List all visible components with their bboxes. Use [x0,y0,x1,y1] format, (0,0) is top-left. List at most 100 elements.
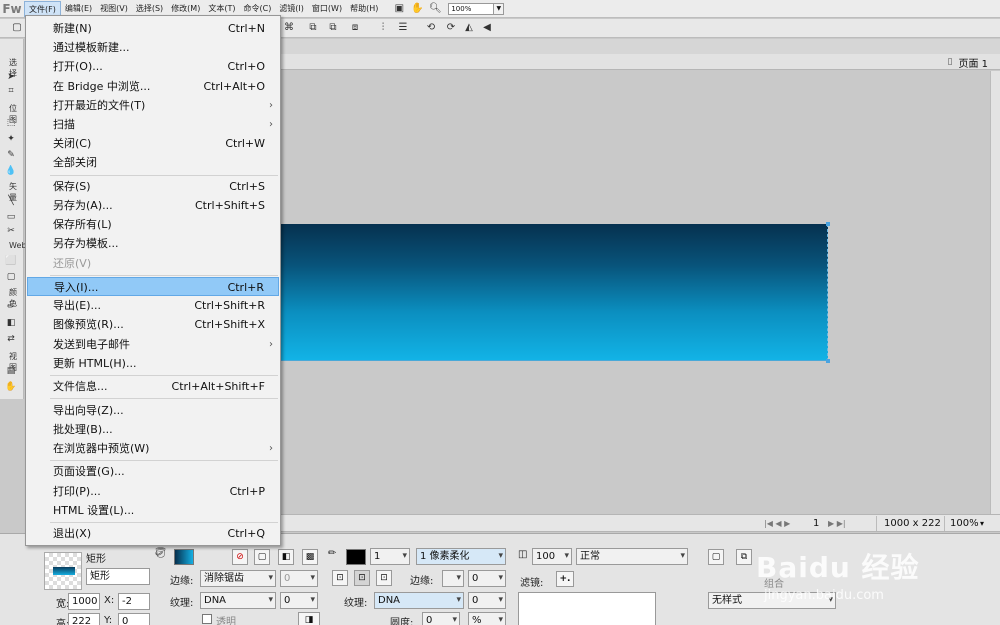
pointer-icon[interactable]: ➤ [5,71,17,83]
page-nav-icons[interactable]: |◀ ◀ ▶ [764,517,790,531]
stroke-edge-amount[interactable]: 0 [468,570,506,587]
stroke-inside-button[interactable]: ⊡ [332,570,348,586]
align-menu-icon[interactable]: ☰ [396,21,410,35]
zoom-icon[interactable]: 🔍︎ [426,2,444,16]
file-menu-item[interactable]: 通过模板新建... [27,38,279,57]
style-new-button[interactable]: ▢ [708,549,724,565]
x-field[interactable]: -2 [118,593,150,610]
file-menu-item[interactable]: 页面设置(G)... [27,462,279,481]
status-zoom[interactable]: 100% [950,517,979,531]
blur-icon[interactable]: 💧 [5,165,17,177]
crop-icon[interactable]: ⌗ [5,85,17,97]
style-select[interactable]: 无样式 [708,592,836,609]
edit-gradient-button[interactable]: ◨ [298,612,320,625]
stroke-color-swatch[interactable] [346,549,366,565]
stroke-outside-button[interactable]: ⊡ [376,570,392,586]
new-document-icon[interactable]: ▢ [10,21,24,35]
file-menu-item[interactable]: 更新 HTML(H)... [27,354,279,373]
width-field[interactable]: 1000 [68,593,100,610]
brush-icon[interactable]: ✎ [5,149,17,161]
gradient-rectangle[interactable] [280,224,828,361]
fill-bucket-icon[interactable]: 🪣︎ [154,548,167,559]
file-menu-item[interactable]: 在 Bridge 中浏览... Ctrl+Alt+O [27,77,279,96]
flip-horizontal-icon[interactable]: ◭ [462,21,476,35]
height-field[interactable]: 222 [68,613,100,625]
selection-handle[interactable] [826,222,830,226]
file-menu-item[interactable]: 另存为(A)... Ctrl+Shift+S [27,196,279,215]
opacity-field[interactable]: 100 [532,548,572,565]
selection-handle[interactable] [826,359,830,363]
flip-vertical-icon[interactable]: ◀ [480,21,494,35]
hand-icon[interactable]: ✋ [408,2,426,16]
file-menu-item[interactable]: 保存所有(L) [27,215,279,234]
stroke-texture-select[interactable]: DNA [374,592,464,609]
fill-color-icon[interactable]: ◧ [5,317,17,329]
y-field[interactable]: 0 [118,613,150,625]
layout-icon[interactable]: ▣ [390,2,408,16]
file-menu-item[interactable]: 在浏览器中预览(W) › [27,439,279,458]
file-menu-item[interactable]: 打开(O)... Ctrl+O [27,57,279,76]
edge-amount[interactable]: 0 [280,570,318,587]
edge-select[interactable]: 消除锯齿 [200,570,276,587]
stroke-type-select[interactable]: 1 像素柔化 [416,548,506,565]
file-menu-item[interactable]: 打印(P)... Ctrl+P [27,482,279,501]
hand-tool-icon[interactable]: ✋ [5,381,17,393]
swap-colors-icon[interactable]: ⇄ [5,333,17,345]
slice-icon[interactable]: ▢ [5,271,17,283]
ungroup-icon[interactable]: ⧉ [306,21,320,35]
menu-window[interactable]: 窗口(W) [308,1,346,17]
add-filter-button[interactable]: +. [556,571,574,587]
rotate-icon[interactable]: ⟲ [424,21,438,35]
fill-color-swatch[interactable] [174,549,194,565]
file-menu-item[interactable]: HTML 设置(L)... [27,501,279,520]
split-icon[interactable]: ⧈ [348,21,362,35]
line-icon[interactable]: ╲ [5,195,17,207]
stroke-color-icon[interactable]: ✏ [5,301,17,313]
vertical-scrollbar[interactable] [990,71,1000,514]
chevron-down-icon[interactable]: ▾ [980,517,984,531]
texture-select[interactable]: DNA [200,592,276,609]
hotspot-icon[interactable]: ⬜ [5,255,17,267]
fill-none-button[interactable]: ⊘ [232,549,248,565]
document-dimensions[interactable]: 1000 x 222 [884,517,941,531]
page-nav-next-icon[interactable]: ▶ ▶| [828,517,846,531]
roundness-unit[interactable]: % [468,612,506,625]
file-menu-item[interactable]: 导出(E)... Ctrl+Shift+R [27,296,279,315]
file-menu-item[interactable]: 文件信息... Ctrl+Alt+Shift+F [27,377,279,396]
blend-mode-select[interactable]: 正常 [576,548,688,565]
file-menu-item[interactable]: 另存为模板... [27,234,279,253]
rotate-cw-icon[interactable]: ⟳ [444,21,458,35]
object-name-field[interactable]: 矩形 [86,568,150,585]
file-menu-item[interactable]: 扫描 › [27,115,279,134]
file-menu-item[interactable]: 图像预览(R)... Ctrl+Shift+X [27,315,279,334]
join-icon[interactable]: ⧉ [326,21,340,35]
file-menu-item[interactable]: 导入(I)... Ctrl+R [27,277,279,296]
fill-pattern-button[interactable]: ▩ [302,549,318,565]
style-duplicate-button[interactable]: ⧉ [736,549,752,565]
file-menu-item[interactable]: 发送到电子邮件 › [27,335,279,354]
file-menu-item[interactable]: 新建(N) Ctrl+N [27,19,279,38]
file-menu-item[interactable]: 打开最近的文件(T) › [27,96,279,115]
fill-gradient-button[interactable]: ◧ [278,549,294,565]
filters-list[interactable] [518,592,656,625]
texture-amount[interactable]: 0 [280,592,318,609]
file-menu-item[interactable]: 退出(X) Ctrl+Q [27,524,279,543]
chevron-down-icon[interactable]: ▼ [494,2,505,15]
group-icon[interactable]: ⌘ [282,21,296,35]
knife-icon[interactable]: ✂ [5,225,17,237]
stroke-center-button[interactable]: ⊡ [354,570,370,586]
file-menu-item[interactable]: 批处理(B)... [27,420,279,439]
marquee-icon[interactable]: ⬚ [5,117,17,129]
rectangle-icon[interactable]: ▭ [5,211,17,223]
menu-help[interactable]: 帮助(H) [346,1,382,17]
zoom-select[interactable]: 100% [448,2,495,15]
screen-mode-icon[interactable]: ▤ [5,365,17,377]
stroke-size-select[interactable]: 1 [370,548,410,565]
file-menu-item[interactable]: 保存(S) Ctrl+S [27,177,279,196]
align-icon[interactable]: ⫶ [376,21,390,35]
file-menu-item[interactable]: 导出向导(Z)... [27,401,279,420]
file-menu-item[interactable]: 全部关闭 [27,153,279,172]
fill-solid-button[interactable]: ▢ [254,549,270,565]
stroke-texture-amount[interactable]: 0 [468,592,506,609]
magic-wand-icon[interactable]: ✦ [5,133,17,145]
